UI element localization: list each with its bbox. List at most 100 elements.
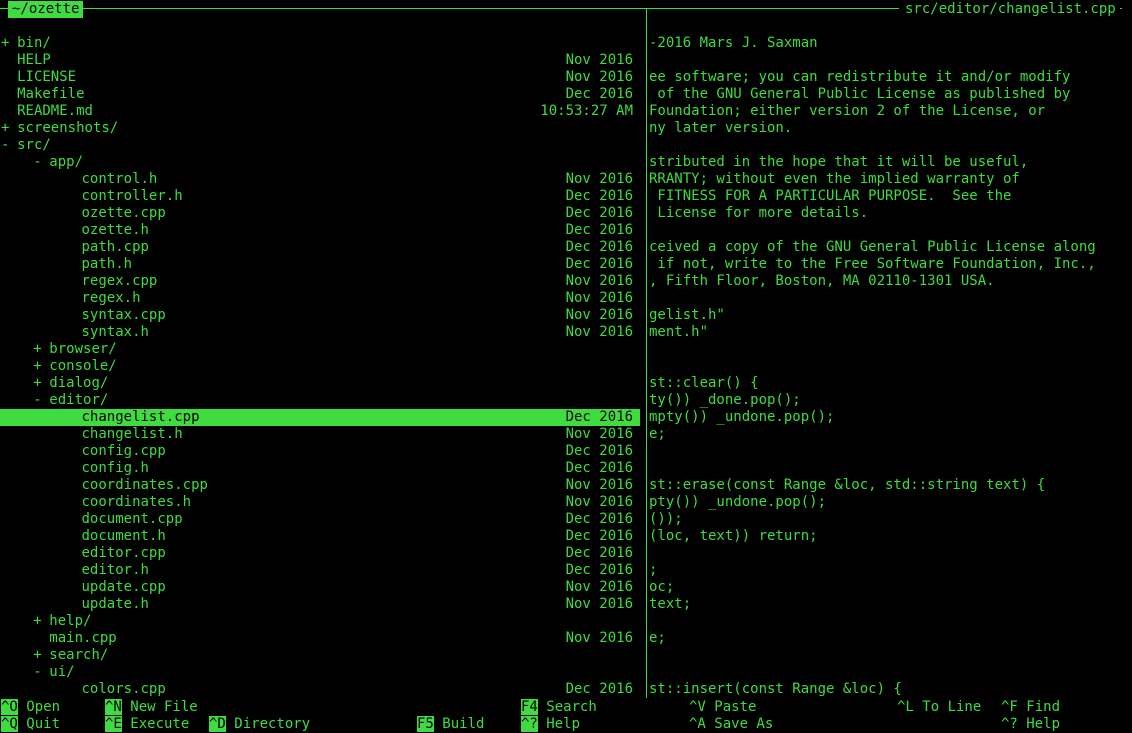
file-row[interactable]: config.h Dec 2016: [0, 460, 640, 477]
shortcut-open[interactable]: ^O Open: [1, 699, 60, 716]
file-row[interactable]: regex.cpp Nov 2016: [0, 273, 640, 290]
file-row[interactable]: syntax.cpp Nov 2016: [0, 307, 640, 324]
file-row[interactable]: HELP Nov 2016: [0, 52, 640, 69]
file-row[interactable]: control.h Nov 2016: [0, 171, 640, 188]
expand-marker[interactable]: +: [33, 613, 41, 630]
entry-name: config.cpp: [81, 443, 166, 459]
folder-row[interactable]: + search/: [0, 647, 640, 664]
file-row[interactable]: ozette.cpp Dec 2016: [0, 205, 640, 222]
expand-marker[interactable]: +: [33, 647, 41, 664]
entry-name: console/: [49, 358, 117, 374]
folder-row[interactable]: - app/: [0, 154, 640, 171]
editor-shortcut-save-as[interactable]: ^A Save As: [689, 716, 773, 733]
code-line[interactable]: gelist.h": [649, 307, 725, 324]
entry-name: update.cpp: [81, 579, 166, 595]
code-line[interactable]: stributed in the hope that it will be us…: [649, 154, 1028, 171]
code-line[interactable]: ());: [649, 511, 683, 528]
code-line[interactable]: st::insert(const Range &loc) {: [649, 681, 902, 698]
file-row[interactable]: colors.cpp Dec 2016: [0, 681, 640, 698]
folder-row[interactable]: + console/: [0, 358, 640, 375]
code-line[interactable]: if not, write to the Free Software Found…: [649, 256, 1095, 273]
collapse-marker[interactable]: -: [33, 154, 41, 171]
folder-row[interactable]: + help/: [0, 613, 640, 630]
code-line[interactable]: RRANTY; without even the implied warrant…: [649, 171, 1020, 188]
collapse-marker[interactable]: -: [1, 137, 9, 154]
folder-row[interactable]: + screenshots/: [0, 120, 640, 137]
file-row[interactable]: editor.cpp Dec 2016: [0, 545, 640, 562]
file-row[interactable]: changelist.h Nov 2016: [0, 426, 640, 443]
code-line[interactable]: License for more details.: [649, 205, 868, 222]
shortcut-new-file[interactable]: ^N New File: [105, 699, 198, 716]
code-line[interactable]: ;: [649, 562, 657, 579]
file-row[interactable]: coordinates.h Nov 2016: [0, 494, 640, 511]
editor-shortcut-to-line[interactable]: ^L To Line: [897, 699, 981, 716]
code-line[interactable]: e;: [649, 426, 666, 443]
code-line[interactable]: st::erase(const Range &loc, std::string …: [649, 477, 1045, 494]
expand-marker[interactable]: +: [1, 120, 9, 137]
collapse-marker[interactable]: -: [33, 664, 41, 681]
expand-marker[interactable]: +: [1, 35, 9, 52]
shortcut-execute[interactable]: ^E Execute: [105, 716, 189, 733]
file-row[interactable]: ozette.h Dec 2016: [0, 222, 640, 239]
code-line[interactable]: (loc, text)) return;: [649, 528, 818, 545]
expand-marker[interactable]: +: [33, 341, 41, 358]
entry-date: Dec 2016: [565, 188, 633, 204]
folder-row[interactable]: - src/: [0, 137, 640, 154]
file-row[interactable]: controller.h Dec 2016: [0, 188, 640, 205]
code-line[interactable]: e;: [649, 630, 666, 647]
entry-name: coordinates.h: [81, 494, 192, 510]
expand-marker[interactable]: +: [33, 375, 41, 392]
code-line[interactable]: st::clear() {: [649, 375, 759, 392]
folder-row[interactable]: + bin/: [0, 35, 640, 52]
code-line[interactable]: ment.h": [649, 324, 708, 341]
file-row[interactable]: main.cpp Nov 2016: [0, 630, 640, 647]
folder-row[interactable]: + browser/: [0, 341, 640, 358]
folder-row[interactable]: - ui/: [0, 664, 640, 681]
file-row[interactable]: document.cpp Dec 2016: [0, 511, 640, 528]
shortcut-quit[interactable]: ^Q Quit: [1, 716, 60, 733]
shortcut-search[interactable]: F4 Search: [521, 699, 597, 716]
shortcut-label: Open: [17, 699, 61, 715]
file-row[interactable]: LICENSE Nov 2016: [0, 69, 640, 86]
code-line[interactable]: ceived a copy of the GNU General Public …: [649, 239, 1096, 256]
expand-marker[interactable]: +: [33, 358, 41, 375]
file-row[interactable]: Makefile Dec 2016: [0, 86, 640, 103]
shortcut-key: ^O: [1, 699, 18, 715]
code-line[interactable]: oc;: [649, 579, 674, 596]
editor-shortcut-paste[interactable]: ^V Paste: [689, 699, 756, 716]
entry-date: Dec 2016: [565, 222, 633, 238]
code-line[interactable]: Foundation; either version 2 of the Lice…: [649, 103, 1045, 120]
shortcut-directory[interactable]: ^D Directory: [209, 716, 310, 733]
file-row[interactable]: README.md 10:53:27 AM: [0, 103, 640, 120]
editor-shortcut-find[interactable]: ^F Find: [1001, 699, 1060, 716]
right-pane-title: src/editor/changelist.cpp: [901, 1, 1120, 18]
collapse-marker[interactable]: -: [33, 392, 41, 409]
editor-shortcut-help[interactable]: ^? Help: [1001, 716, 1060, 733]
folder-row[interactable]: + dialog/: [0, 375, 640, 392]
file-row[interactable]: path.h Dec 2016: [0, 256, 640, 273]
file-row[interactable]: changelist.cpp Dec 2016: [0, 409, 640, 426]
code-line[interactable]: , Fifth Floor, Boston, MA 02110-1301 USA…: [649, 273, 995, 290]
code-line[interactable]: ty()) _done.pop();: [649, 392, 801, 409]
code-line[interactable]: FITNESS FOR A PARTICULAR PURPOSE. See th…: [649, 188, 1011, 205]
file-row[interactable]: update.cpp Nov 2016: [0, 579, 640, 596]
file-row[interactable]: update.h Nov 2016: [0, 596, 640, 613]
code-line[interactable]: mpty()) _undone.pop();: [649, 409, 834, 426]
code-line[interactable]: text;: [649, 596, 691, 613]
file-row[interactable]: document.h Dec 2016: [0, 528, 640, 545]
file-row[interactable]: regex.h Nov 2016: [0, 290, 640, 307]
shortcut-help[interactable]: ^? Help: [521, 716, 580, 733]
shortcut-build[interactable]: F5 Build: [417, 716, 484, 733]
code-line[interactable]: ee software; you can redistribute it and…: [649, 69, 1070, 86]
code-line[interactable]: of the GNU General Public License as pub…: [649, 86, 1070, 103]
file-row[interactable]: coordinates.cpp Nov 2016: [0, 477, 640, 494]
file-row[interactable]: syntax.h Nov 2016: [0, 324, 640, 341]
code-line[interactable]: pty()) _undone.pop();: [649, 494, 826, 511]
folder-row[interactable]: - editor/: [0, 392, 640, 409]
file-row[interactable]: editor.h Dec 2016: [0, 562, 640, 579]
file-row[interactable]: path.cpp Dec 2016: [0, 239, 640, 256]
code-line[interactable]: ny later version.: [649, 120, 792, 137]
entry-name: editor/: [49, 392, 109, 408]
code-line[interactable]: -2016 Mars J. Saxman: [649, 35, 818, 52]
file-row[interactable]: config.cpp Dec 2016: [0, 443, 640, 460]
